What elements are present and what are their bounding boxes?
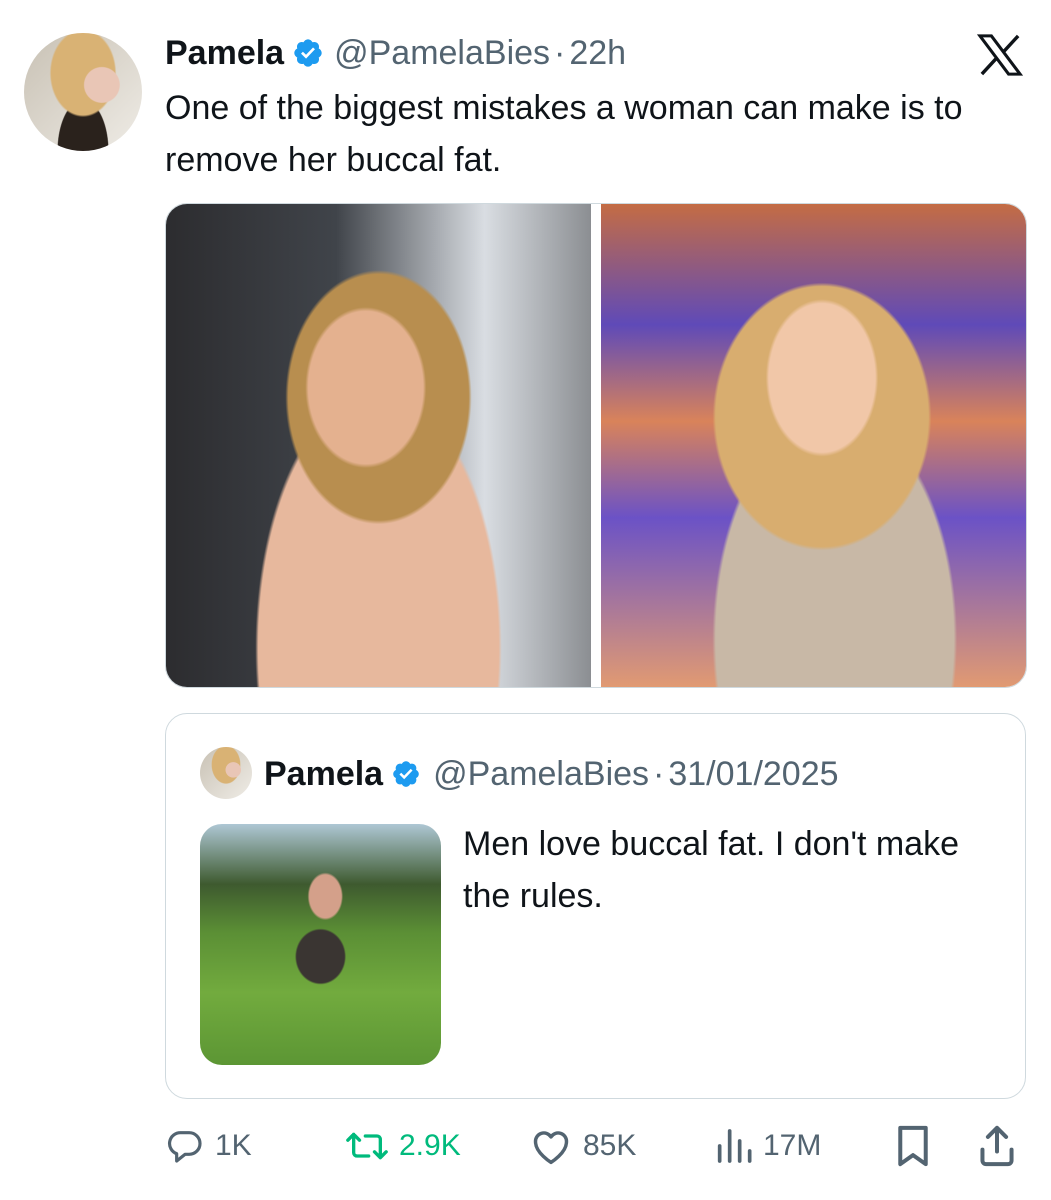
bookmark-icon (898, 1125, 928, 1167)
separator-dot: · (554, 33, 566, 72)
views-button[interactable]: 17M (713, 1122, 821, 1170)
share-button[interactable] (977, 1122, 1017, 1170)
like-button[interactable]: 85K (529, 1122, 636, 1170)
verified-badge-icon (393, 761, 419, 787)
like-count: 85K (583, 1129, 637, 1162)
tweet-action-bar: 1K 2.9K 85K 17M (165, 1122, 1025, 1170)
repost-button[interactable]: 2.9K (345, 1122, 461, 1170)
heart-icon (533, 1131, 569, 1165)
repost-count: 2.9K (399, 1129, 461, 1162)
x-logo-icon (977, 34, 1023, 76)
views-icon (717, 1129, 752, 1163)
bookmark-button[interactable] (893, 1122, 933, 1170)
verified-badge-icon (294, 39, 322, 67)
reply-icon (167, 1131, 202, 1163)
media-photo-2[interactable] (601, 204, 1026, 687)
media-photo-1[interactable] (166, 204, 591, 687)
quoted-tweet-card[interactable]: Pamela @PamelaBies · 31/01/2025 Men love… (165, 713, 1026, 1099)
share-icon (980, 1125, 1014, 1167)
view-count: 17M (763, 1129, 822, 1162)
quoted-tweet-header: Pamela @PamelaBies · 31/01/2025 (264, 752, 839, 796)
quoted-author-handle: @PamelaBies (433, 754, 650, 793)
quoted-author-name: Pamela (264, 754, 384, 793)
separator-dot: · (653, 754, 665, 793)
quoted-tweet-text: Men love buccal fat. I don't make the ru… (463, 825, 959, 915)
quoted-tweet-photo[interactable] (200, 824, 441, 1065)
author-avatar[interactable] (24, 33, 142, 151)
tweet-media-grid (165, 203, 1027, 688)
tweet-timestamp[interactable]: 22h (569, 34, 626, 73)
quoted-tweet-date: 31/01/2025 (668, 754, 839, 793)
tweet-text: One of the biggest mistakes a woman can … (165, 89, 963, 179)
repost-icon (346, 1132, 388, 1160)
reply-count: 1K (215, 1129, 252, 1162)
tweet-header: Pamela @PamelaBies · 22h (165, 30, 626, 76)
author-handle[interactable]: @PamelaBies (334, 34, 550, 73)
author-name[interactable]: Pamela (165, 34, 284, 73)
quoted-author-avatar (200, 747, 252, 799)
reply-button[interactable]: 1K (165, 1122, 252, 1170)
